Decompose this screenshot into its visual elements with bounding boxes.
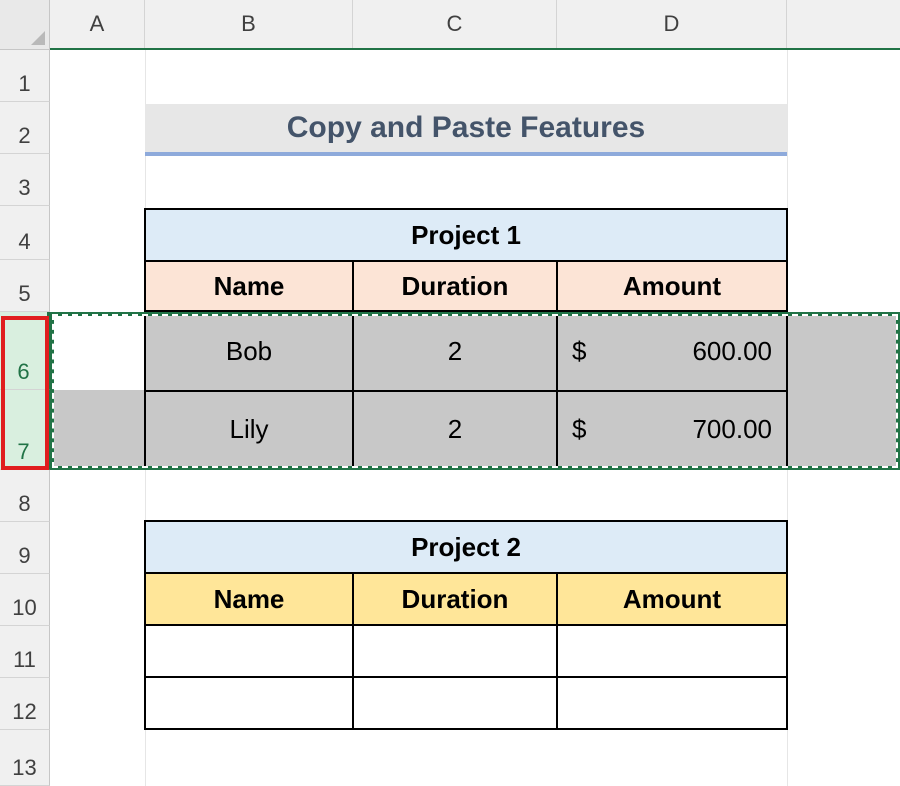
column-header-b[interactable]: B: [145, 0, 353, 48]
table-cell-amount[interactable]: $ 600.00: [558, 312, 788, 392]
column-header-e[interactable]: [787, 0, 900, 48]
row-header-10[interactable]: 10: [0, 574, 50, 626]
cell-a6[interactable]: [50, 312, 145, 390]
project2-header-amount[interactable]: Amount: [558, 574, 788, 626]
table-cell-amount[interactable]: $ 700.00: [558, 392, 788, 468]
project1-header-amount[interactable]: Amount: [558, 262, 788, 312]
project2-header-duration[interactable]: Duration: [354, 574, 558, 626]
select-all-triangle-icon: [31, 31, 45, 45]
column-header-a[interactable]: A: [50, 0, 145, 48]
currency-symbol: $: [572, 335, 587, 366]
spreadsheet: A B C D 1 2 3 4 5 6 7 8 9 10 11 12 13 Co…: [0, 0, 900, 786]
row-header-9[interactable]: 9: [0, 522, 50, 574]
row-header-13[interactable]: 13: [0, 730, 50, 786]
project2-title[interactable]: Project 2: [144, 520, 788, 574]
row-header-8[interactable]: 8: [0, 470, 50, 522]
currency-symbol: $: [572, 413, 587, 444]
row-selection-outline: [1, 316, 49, 470]
row-header-11[interactable]: 11: [0, 626, 50, 678]
row-header-3[interactable]: 3: [0, 154, 50, 206]
row-header-5[interactable]: 5: [0, 260, 50, 312]
empty-cell[interactable]: [354, 678, 558, 730]
table-cell-duration[interactable]: 2: [354, 312, 558, 392]
row-header-4[interactable]: 4: [0, 206, 50, 260]
row-header-1[interactable]: 1: [0, 50, 50, 102]
empty-cell[interactable]: [558, 678, 788, 730]
row-header-12[interactable]: 12: [0, 678, 50, 730]
amount-value: 600.00: [692, 335, 772, 366]
project1-title[interactable]: Project 1: [144, 208, 788, 262]
row-header-2[interactable]: 2: [0, 102, 50, 154]
table-cell-name[interactable]: Lily: [144, 392, 354, 468]
sheet-title[interactable]: Copy and Paste Features: [145, 104, 787, 156]
table-cell-name[interactable]: Bob: [144, 312, 354, 392]
empty-cell[interactable]: [558, 626, 788, 678]
empty-cell[interactable]: [144, 678, 354, 730]
empty-cell[interactable]: [354, 626, 558, 678]
column-header-d[interactable]: D: [557, 0, 787, 48]
amount-value: 700.00: [692, 413, 772, 444]
project1-header-name[interactable]: Name: [144, 262, 354, 312]
select-all-button[interactable]: [0, 0, 50, 50]
column-header-c[interactable]: C: [353, 0, 557, 48]
column-header-bar: A B C D: [50, 0, 900, 50]
table-cell-duration[interactable]: 2: [354, 392, 558, 468]
project2-header-name[interactable]: Name: [144, 574, 354, 626]
project1-header-duration[interactable]: Duration: [354, 262, 558, 312]
empty-cell[interactable]: [144, 626, 354, 678]
